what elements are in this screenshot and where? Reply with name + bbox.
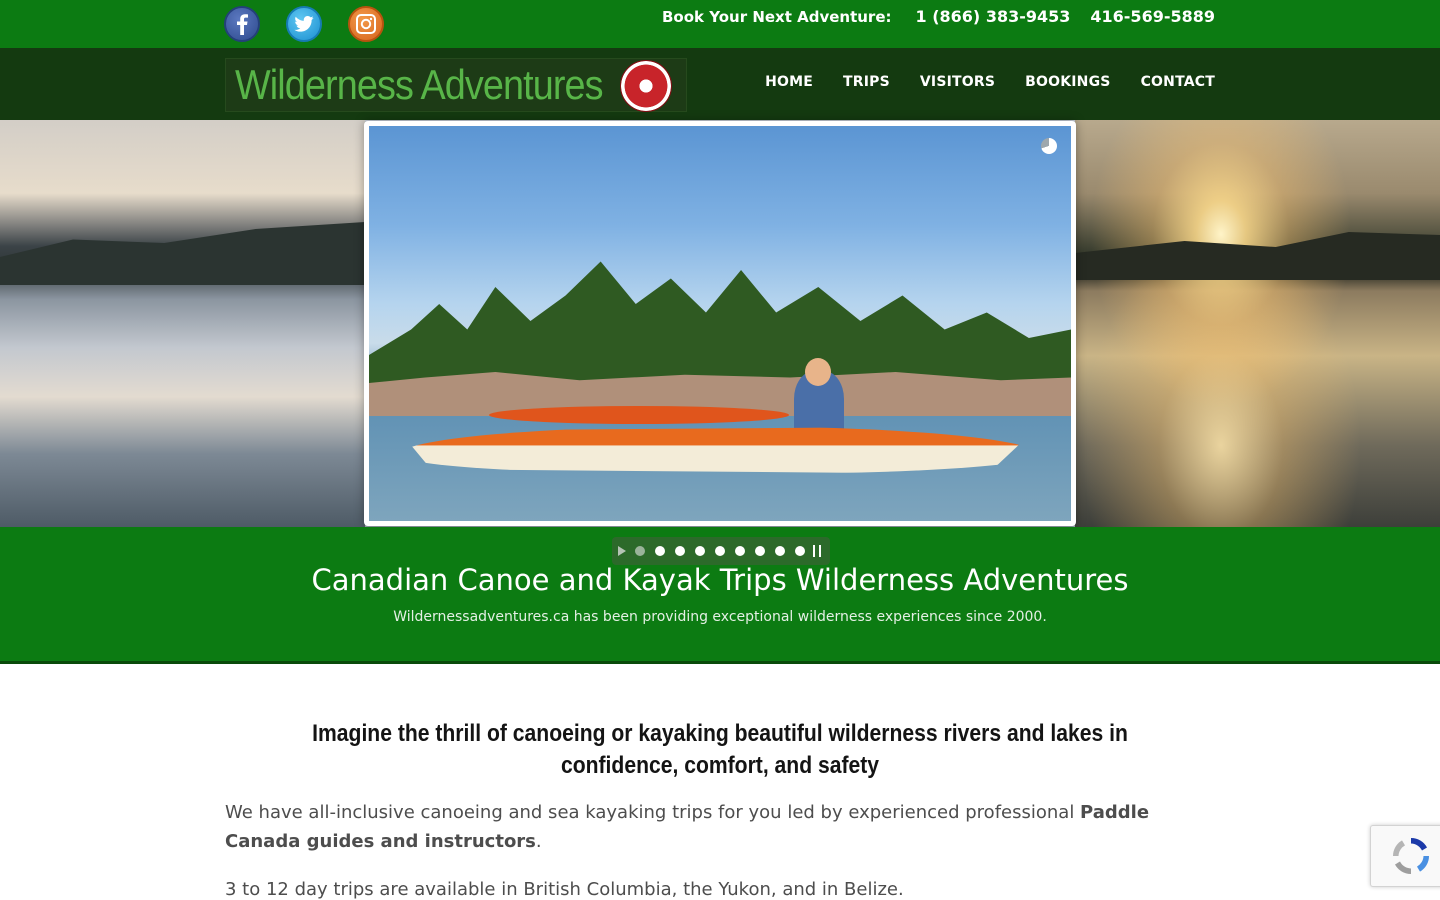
slideshow-frame <box>364 121 1076 526</box>
intro-heading: Imagine the thrill of canoeing or kayaki… <box>312 720 1128 779</box>
recaptcha-badge[interactable] <box>1370 825 1440 887</box>
nav-contact[interactable]: CONTACT <box>1141 74 1215 90</box>
play-icon[interactable] <box>618 546 626 556</box>
facebook-icon[interactable] <box>224 6 260 42</box>
intro-text: We have all-inclusive canoeing and sea k… <box>225 802 1081 823</box>
slide-dot-3[interactable] <box>675 546 685 556</box>
booking-contact: Book Your Next Adventure: 1 (866) 383-94… <box>662 7 1215 27</box>
page-title: Canadian Canoe and Kayak Trips Wildernes… <box>311 563 1129 597</box>
trips-paragraph: 3 to 12 day trips are available in Briti… <box>225 879 904 900</box>
page-subtitle: Wildernessadventures.ca has been providi… <box>393 609 1047 625</box>
loading-spinner-icon <box>1041 138 1057 154</box>
slide-dot-8[interactable] <box>775 546 785 556</box>
slide-dot-6[interactable] <box>735 546 745 556</box>
main-nav: HOME TRIPS VISITORS BOOKINGS CONTACT <box>735 74 1215 90</box>
book-label: Book Your Next Adventure: <box>661 8 892 26</box>
site-header: Wilderness Adventures HOME TRIPS VISITOR… <box>0 48 1440 120</box>
slideshow-controls <box>612 537 830 565</box>
nav-visitors[interactable]: VISITORS <box>920 74 995 90</box>
nav-trips[interactable]: TRIPS <box>843 74 890 90</box>
top-bar: Book Your Next Adventure: 1 (866) 383-94… <box>0 0 1440 48</box>
slide-dot-7[interactable] <box>755 546 765 556</box>
intro-paragraph: We have all-inclusive canoeing and sea k… <box>225 798 1215 856</box>
twitter-icon[interactable] <box>286 6 322 42</box>
hero-lake-left-image <box>0 120 365 527</box>
slide-dot-1[interactable] <box>635 546 645 556</box>
hero-sunset-right-image <box>1075 120 1440 527</box>
phone-tollfree[interactable]: 1 (866) 383-9453 <box>916 7 1071 27</box>
slide-dot-2[interactable] <box>655 546 665 556</box>
slide-dot-9[interactable] <box>795 546 805 556</box>
logo-text: Wilderness Adventures <box>235 61 604 108</box>
pause-icon[interactable] <box>813 545 821 557</box>
recaptcha-icon <box>1392 837 1429 875</box>
slide-dot-5[interactable] <box>715 546 725 556</box>
phone-local[interactable]: 416-569-5889 <box>1090 7 1215 27</box>
main-content: Imagine the thrill of canoeing or kayaki… <box>225 718 1215 900</box>
slide-dot-4[interactable] <box>695 546 705 556</box>
logo-badge-icon <box>620 60 672 112</box>
intro-period: . <box>535 831 542 852</box>
instagram-icon[interactable] <box>348 6 384 42</box>
nav-home[interactable]: HOME <box>765 74 813 90</box>
slide-image-kayakers[interactable] <box>369 126 1071 521</box>
site-logo[interactable]: Wilderness Adventures <box>225 58 687 112</box>
nav-bookings[interactable]: BOOKINGS <box>1025 74 1110 90</box>
